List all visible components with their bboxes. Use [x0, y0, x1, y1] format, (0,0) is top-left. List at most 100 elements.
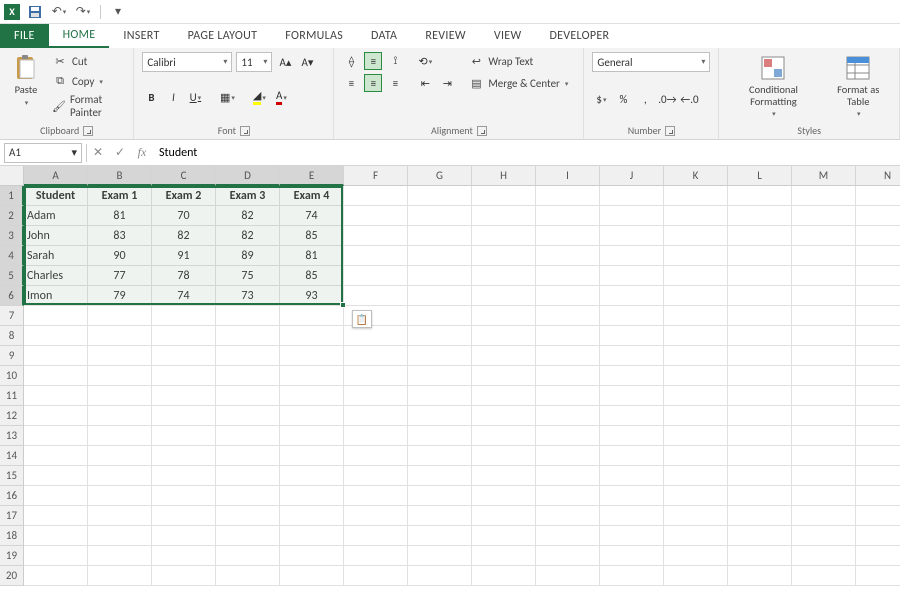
cell-B9[interactable] [88, 346, 152, 366]
row-header-10[interactable]: 10 [0, 366, 24, 386]
tab-review[interactable]: REVIEW [411, 24, 480, 48]
decrease-decimal-button[interactable]: ←.0 [680, 90, 698, 108]
column-header-H[interactable]: H [472, 166, 536, 186]
cell-L15[interactable] [728, 466, 792, 486]
borders-button[interactable]: ▦▾ [218, 88, 236, 106]
cell-A17[interactable] [24, 506, 88, 526]
cell-M10[interactable] [792, 366, 856, 386]
cell-F8[interactable] [344, 326, 408, 346]
cell-G2[interactable] [408, 206, 472, 226]
cell-D14[interactable] [216, 446, 280, 466]
column-header-C[interactable]: C [152, 166, 216, 186]
column-header-D[interactable]: D [216, 166, 280, 186]
cell-A14[interactable] [24, 446, 88, 466]
align-left-button[interactable]: ≡ [342, 74, 360, 92]
row-header-16[interactable]: 16 [0, 486, 24, 506]
cell-F16[interactable] [344, 486, 408, 506]
cell-C13[interactable] [152, 426, 216, 446]
cell-F11[interactable] [344, 386, 408, 406]
cell-N10[interactable] [856, 366, 900, 386]
cell-G13[interactable] [408, 426, 472, 446]
cell-E14[interactable] [280, 446, 344, 466]
cell-G8[interactable] [408, 326, 472, 346]
bold-button[interactable]: B [142, 88, 160, 106]
cell-N6[interactable] [856, 286, 900, 306]
align-top-button[interactable]: ⟠ [342, 52, 360, 70]
cell-G11[interactable] [408, 386, 472, 406]
increase-font-button[interactable]: A▴ [276, 53, 294, 71]
cell-G4[interactable] [408, 246, 472, 266]
customize-qat-button[interactable]: ▾ [109, 3, 127, 21]
cell-B10[interactable] [88, 366, 152, 386]
cell-I5[interactable] [536, 266, 600, 286]
cell-B18[interactable] [88, 526, 152, 546]
cell-F14[interactable] [344, 446, 408, 466]
decrease-indent-button[interactable]: ⇤ [416, 74, 434, 92]
column-header-N[interactable]: N [856, 166, 900, 186]
row-header-14[interactable]: 14 [0, 446, 24, 466]
cell-B7[interactable] [88, 306, 152, 326]
cell-K19[interactable] [664, 546, 728, 566]
row-header-19[interactable]: 19 [0, 546, 24, 566]
cell-F9[interactable] [344, 346, 408, 366]
cell-G14[interactable] [408, 446, 472, 466]
cell-J7[interactable] [600, 306, 664, 326]
copy-button[interactable]: ⧉Copy ▾ [50, 72, 125, 90]
cell-B16[interactable] [88, 486, 152, 506]
cell-C20[interactable] [152, 566, 216, 586]
cell-A1[interactable]: Student [24, 186, 88, 206]
cell-K6[interactable] [664, 286, 728, 306]
fill-handle[interactable] [340, 302, 346, 308]
cell-K7[interactable] [664, 306, 728, 326]
tab-formulas[interactable]: FORMULAS [271, 24, 357, 48]
cell-I11[interactable] [536, 386, 600, 406]
cell-D20[interactable] [216, 566, 280, 586]
cell-N5[interactable] [856, 266, 900, 286]
cell-K1[interactable] [664, 186, 728, 206]
cell-F13[interactable] [344, 426, 408, 446]
align-right-button[interactable]: ≡ [386, 74, 404, 92]
row-header-11[interactable]: 11 [0, 386, 24, 406]
cell-H10[interactable] [472, 366, 536, 386]
cell-G15[interactable] [408, 466, 472, 486]
cell-J15[interactable] [600, 466, 664, 486]
save-button[interactable] [26, 3, 44, 21]
cell-A10[interactable] [24, 366, 88, 386]
cell-D15[interactable] [216, 466, 280, 486]
cell-L7[interactable] [728, 306, 792, 326]
cell-H6[interactable] [472, 286, 536, 306]
cell-C1[interactable]: Exam 2 [152, 186, 216, 206]
cell-M5[interactable] [792, 266, 856, 286]
cell-B2[interactable]: 81 [88, 206, 152, 226]
column-header-F[interactable]: F [344, 166, 408, 186]
cell-C9[interactable] [152, 346, 216, 366]
cells-area[interactable]: StudentExam 1Exam 2Exam 3Exam 4Adam81708… [24, 186, 900, 586]
cell-E10[interactable] [280, 366, 344, 386]
cell-C6[interactable]: 74 [152, 286, 216, 306]
cell-M13[interactable] [792, 426, 856, 446]
cell-N4[interactable] [856, 246, 900, 266]
cell-K14[interactable] [664, 446, 728, 466]
cell-A3[interactable]: John [24, 226, 88, 246]
cell-M14[interactable] [792, 446, 856, 466]
cell-F1[interactable] [344, 186, 408, 206]
cell-F18[interactable] [344, 526, 408, 546]
cell-D3[interactable]: 82 [216, 226, 280, 246]
cell-A7[interactable] [24, 306, 88, 326]
cell-J16[interactable] [600, 486, 664, 506]
cut-button[interactable]: ✂Cut [50, 52, 125, 70]
tab-insert[interactable]: INSERT [109, 24, 173, 48]
cell-M19[interactable] [792, 546, 856, 566]
cell-B15[interactable] [88, 466, 152, 486]
cell-C3[interactable]: 82 [152, 226, 216, 246]
cell-K2[interactable] [664, 206, 728, 226]
cell-I13[interactable] [536, 426, 600, 446]
italic-button[interactable]: I [164, 88, 182, 106]
cell-I16[interactable] [536, 486, 600, 506]
cell-N19[interactable] [856, 546, 900, 566]
cell-I19[interactable] [536, 546, 600, 566]
cell-J4[interactable] [600, 246, 664, 266]
cell-E19[interactable] [280, 546, 344, 566]
cell-I17[interactable] [536, 506, 600, 526]
cell-L19[interactable] [728, 546, 792, 566]
